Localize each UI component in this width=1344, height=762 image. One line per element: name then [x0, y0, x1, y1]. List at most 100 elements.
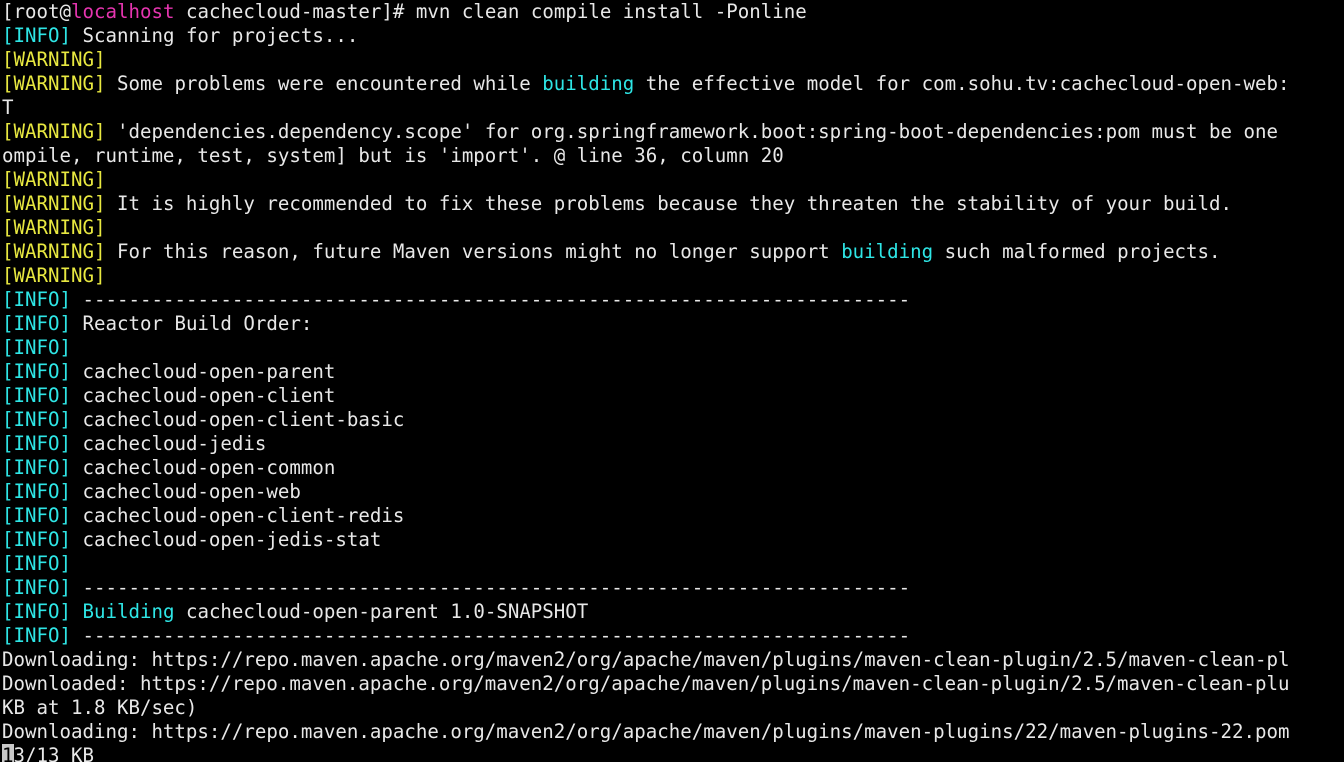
terminal-line-warning-recommended: [WARNING] It is highly recommended to fi… [0, 192, 1344, 216]
terminal-line-warning-future: [WARNING] For this reason, future Maven … [0, 240, 1344, 264]
info-tag: [INFO] [2, 600, 71, 623]
info-tag: [INFO] [2, 624, 71, 647]
warning-tag: [WARNING] [2, 240, 106, 263]
terminal-line-separator-3: [INFO] ---------------------------------… [0, 624, 1344, 648]
log-separator-dashes: ----------------------------------------… [82, 624, 911, 647]
warning-tag: [WARNING] [2, 192, 106, 215]
log-keyword-building: building [542, 72, 635, 95]
info-tag: [INFO] [2, 552, 71, 575]
prompt-bracket-open: [ [2, 0, 14, 23]
log-space [71, 600, 83, 623]
info-tag: [INFO] [2, 288, 71, 311]
info-tag: [INFO] [2, 384, 71, 407]
terminal-line-download-speed: KB at 1.8 KB/sec) [0, 696, 1344, 720]
reactor-module-name: cachecloud-open-common [70, 456, 336, 479]
download-progress-text: 3/13 KB [13, 744, 94, 762]
prompt-command: mvn clean compile install -Ponline [404, 0, 807, 23]
terminal-line-warning-blank-1: [WARNING] [0, 48, 1344, 72]
info-tag: [INFO] [2, 528, 71, 551]
terminal-line-progress: 13/13 KB [0, 744, 1344, 762]
terminal-line-warning-blank-4: [WARNING] [0, 264, 1344, 288]
info-tag: [INFO] [2, 456, 71, 479]
warning-tag: [WARNING] [2, 264, 106, 287]
info-tag: [INFO] [2, 504, 71, 527]
log-separator [71, 288, 83, 311]
info-tag: [INFO] [2, 312, 71, 335]
info-tag: [INFO] [2, 480, 71, 503]
prompt-at-symbol: @ [59, 0, 71, 23]
terminal-window[interactable]: [root@localhost cachecloud-master]# mvn … [0, 0, 1344, 762]
terminal-line-prompt: [root@localhost cachecloud-master]# mvn … [0, 0, 1344, 24]
reactor-module-name: cachecloud-jedis [70, 432, 267, 455]
log-message: Scanning for projects... [70, 24, 359, 47]
terminal-line-info-blank-1: [INFO] [0, 336, 1344, 360]
info-tag: [INFO] [2, 576, 71, 599]
reactor-module-name: cachecloud-open-client [70, 384, 336, 407]
log-message: 'dependencies.dependency.scope' for org.… [105, 120, 1279, 143]
reactor-module-name: cachecloud-open-client-basic [70, 408, 405, 431]
log-message: It is highly recommended to fix these pr… [105, 192, 1233, 215]
reactor-module-row: [INFO] cachecloud-open-jedis-stat [0, 528, 1344, 552]
terminal-line-reactor-header: [INFO] Reactor Build Order: [0, 312, 1344, 336]
log-message-wrapped: ompile, runtime, test, system] but is 'i… [2, 144, 784, 167]
download-speed-text: KB at 1.8 KB/sec) [2, 696, 198, 719]
log-separator [71, 624, 83, 647]
terminal-line-warning-blank-3: [WARNING] [0, 216, 1344, 240]
reactor-module-name: cachecloud-open-client-redis [70, 504, 405, 527]
terminal-line-wrap-scope: ompile, runtime, test, system] but is 'i… [0, 144, 1344, 168]
info-tag: [INFO] [2, 336, 71, 359]
warning-tag: [WARNING] [2, 216, 106, 239]
download-url: Downloaded: https://repo.maven.apache.or… [2, 672, 1290, 695]
info-tag: [INFO] [2, 24, 71, 47]
reactor-module-row: [INFO] cachecloud-open-common [0, 456, 1344, 480]
reactor-module-row: [INFO] cachecloud-open-parent [0, 360, 1344, 384]
reactor-module-row: [INFO] cachecloud-open-client [0, 384, 1344, 408]
prompt-bracket-close: ]# [381, 0, 405, 23]
warning-tag: [WARNING] [2, 168, 106, 191]
info-tag: [INFO] [2, 432, 71, 455]
prompt-directory: cachecloud-master [185, 0, 382, 23]
log-message-part-1: For this reason, future Maven versions m… [105, 240, 842, 263]
log-message: Reactor Build Order: [70, 312, 313, 335]
terminal-line-downloading-1: Downloading: https://repo.maven.apache.o… [0, 648, 1344, 672]
log-message-wrapped: T [2, 96, 14, 119]
terminal-line-wrap-some-problems: T [0, 96, 1344, 120]
info-tag: [INFO] [2, 408, 71, 431]
reactor-module-row: [INFO] cachecloud-open-web [0, 480, 1344, 504]
terminal-line-downloaded-1: Downloaded: https://repo.maven.apache.or… [0, 672, 1344, 696]
terminal-line-info-blank-2: [INFO] [0, 552, 1344, 576]
log-separator-dashes: ----------------------------------------… [82, 576, 911, 599]
terminal-line-warning-some-problems: [WARNING] Some problems were encountered… [0, 72, 1344, 96]
info-tag: [INFO] [2, 360, 71, 383]
building-project-name: cachecloud-open-parent 1.0-SNAPSHOT [174, 600, 589, 623]
prompt-hostname: localhost [70, 0, 175, 23]
terminal-line-warning-blank-2: [WARNING] [0, 168, 1344, 192]
reactor-module-name: cachecloud-open-web [70, 480, 301, 503]
log-separator-dashes: ----------------------------------------… [82, 288, 911, 311]
log-message-part-1: Some problems were encountered while [105, 72, 543, 95]
terminal-line-separator-1: [INFO] ---------------------------------… [0, 288, 1344, 312]
building-label: Building [82, 600, 175, 623]
terminal-line-separator-2: [INFO] ---------------------------------… [0, 576, 1344, 600]
log-separator [71, 576, 83, 599]
warning-tag: [WARNING] [2, 72, 106, 95]
terminal-line-building: [INFO] Building cachecloud-open-parent 1… [0, 600, 1344, 624]
terminal-line-warning-scope: [WARNING] 'dependencies.dependency.scope… [0, 120, 1344, 144]
warning-tag: [WARNING] [2, 120, 106, 143]
warning-tag: [WARNING] [2, 48, 106, 71]
reactor-module-row: [INFO] cachecloud-jedis [0, 432, 1344, 456]
reactor-module-name: cachecloud-open-jedis-stat [70, 528, 382, 551]
download-url: Downloading: https://repo.maven.apache.o… [2, 720, 1290, 743]
log-message-part-2: such malformed projects. [933, 240, 1221, 263]
reactor-module-name: cachecloud-open-parent [70, 360, 336, 383]
reactor-module-row: [INFO] cachecloud-open-client-redis [0, 504, 1344, 528]
terminal-line-scanning: [INFO] Scanning for projects... [0, 24, 1344, 48]
terminal-line-downloading-2: Downloading: https://repo.maven.apache.o… [0, 720, 1344, 744]
download-url: Downloading: https://repo.maven.apache.o… [2, 648, 1290, 671]
reactor-module-row: [INFO] cachecloud-open-client-basic [0, 408, 1344, 432]
prompt-user: root [13, 0, 60, 23]
log-keyword-building: building [841, 240, 934, 263]
log-message-part-2: the effective model for com.sohu.tv:cach… [634, 72, 1290, 95]
terminal-cursor: 1 [2, 744, 14, 762]
